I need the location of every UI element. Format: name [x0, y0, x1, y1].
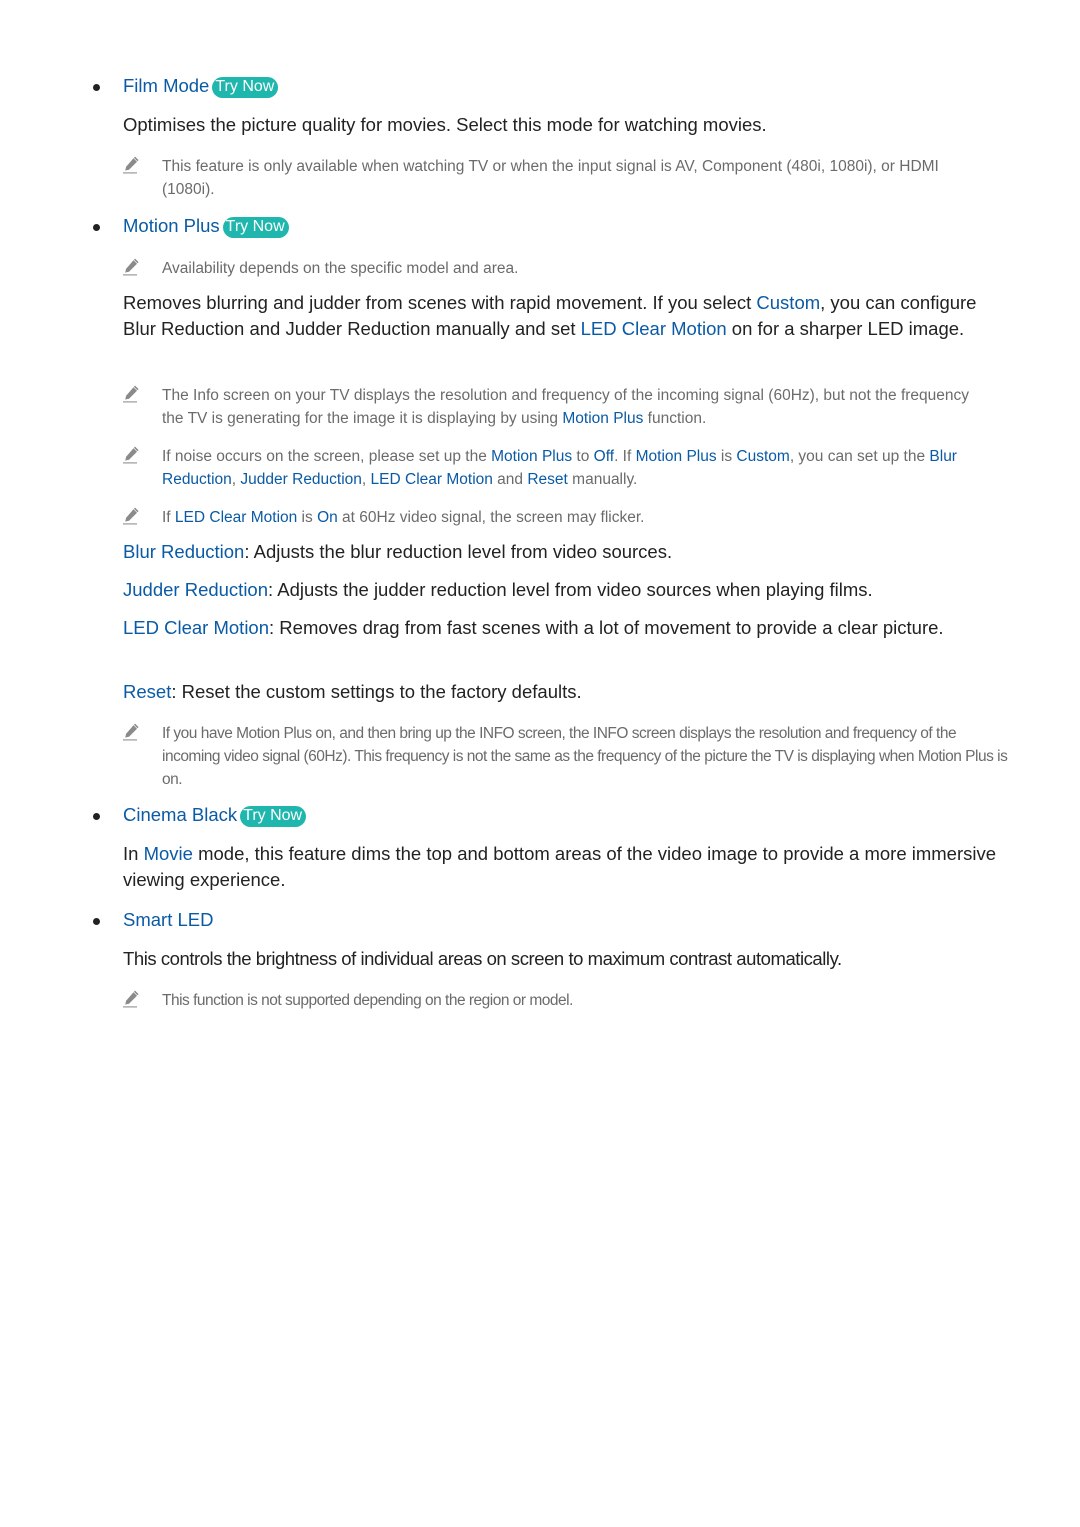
bullet: [93, 84, 100, 91]
text: Removes blurring and judder from scenes …: [123, 292, 757, 313]
note-text: This function is not supported depending…: [162, 992, 573, 1009]
motion-plus-try-now-button[interactable]: Try Now: [222, 217, 289, 238]
text: mode, this feature dims the top and bott…: [123, 843, 997, 890]
led-clear-motion-term: LED Clear Motion: [174, 509, 298, 526]
pencil-icon: [122, 507, 140, 525]
smart-led-note: This function is not supported depending…: [162, 989, 1007, 1012]
text: , you can set up the: [789, 448, 930, 465]
option-reset: Reset: Reset the custom settings to the …: [123, 679, 1008, 705]
motion-plus-title: Motion Plus: [123, 215, 220, 236]
text: and: [492, 471, 528, 488]
motion-plus-description: Removes blurring and judder from scenes …: [123, 290, 983, 341]
text: manually.: [567, 471, 638, 488]
text: If: [162, 509, 175, 526]
cinema-black-try-now-button[interactable]: Try Now: [240, 806, 307, 827]
option-desc: : Reset the custom settings to the facto…: [171, 681, 582, 702]
text: is: [297, 509, 318, 526]
pencil-icon: [122, 723, 140, 741]
off-term: Off: [593, 448, 615, 465]
note-text: This feature is only available when watc…: [162, 158, 939, 198]
film-mode-heading: Film Mode Try Now: [123, 74, 1008, 98]
motion-plus-info-screen-note: If you have Motion Plus on, and then bri…: [162, 722, 1012, 791]
film-mode-title: Film Mode: [123, 75, 210, 96]
bullet: [93, 918, 100, 925]
motion-plus-info-note: The Info screen on your TV displays the …: [162, 384, 987, 430]
text: ,: [361, 471, 371, 488]
motion-plus-term: Motion Plus: [491, 448, 573, 465]
custom-term: Custom: [756, 292, 821, 313]
option-term: Blur Reduction: [123, 541, 245, 562]
reset-term: Reset: [527, 471, 568, 488]
text: at 60Hz video signal, the screen may fli…: [337, 509, 645, 526]
motion-plus-term: Motion Plus: [562, 410, 644, 427]
judder-reduction-term: Judder Reduction: [240, 471, 362, 488]
motion-plus-availability-note: Availability depends on the specific mod…: [162, 257, 1007, 280]
text: function.: [643, 410, 707, 427]
on-term: On: [317, 509, 338, 526]
film-mode-try-now-button[interactable]: Try Now: [212, 77, 279, 98]
led-clear-motion-term: LED Clear Motion: [580, 317, 727, 339]
motion-plus-heading: Motion Plus Try Now: [123, 214, 1008, 238]
motion-plus-noise-note: If noise occurs on the screen, please se…: [162, 445, 1007, 491]
text: on for a sharper LED image.: [726, 317, 965, 339]
text: In: [123, 843, 144, 864]
text: . If: [614, 448, 636, 465]
note-text: Availability depends on the specific mod…: [162, 260, 519, 277]
motion-plus-term: Motion Plus: [635, 448, 717, 465]
option-judder-reduction: Judder Reduction: Adjusts the judder red…: [123, 577, 1008, 603]
cinema-black-description: In Movie mode, this feature dims the top…: [123, 841, 1003, 892]
option-led-clear-motion: LED Clear Motion: Removes drag from fast…: [123, 615, 973, 641]
option-term: LED Clear Motion: [123, 617, 270, 638]
led-clear-motion-term: LED Clear Motion: [370, 471, 493, 488]
pencil-icon: [122, 446, 140, 464]
text: to: [572, 448, 594, 465]
pencil-icon: [122, 258, 140, 276]
text: is: [716, 448, 737, 465]
bullet: [93, 813, 100, 820]
option-desc: : Adjusts the judder reduction level fro…: [268, 579, 873, 600]
option-desc: : Adjusts the blur reduction level from …: [244, 541, 673, 562]
bullet: [93, 224, 100, 231]
movie-term: Movie: [143, 843, 193, 864]
pencil-icon: [122, 156, 140, 174]
text: If noise occurs on the screen, please se…: [162, 448, 492, 465]
pencil-icon: [122, 385, 140, 403]
smart-led-heading: Smart LED: [123, 908, 1008, 932]
film-mode-description: Optimises the picture quality for movies…: [123, 114, 767, 135]
film-mode-note: This feature is only available when watc…: [162, 155, 962, 201]
note-text: If you have Motion Plus on, and then bri…: [162, 725, 1008, 788]
smart-led-title: Smart LED: [123, 909, 214, 930]
pencil-icon: [122, 990, 140, 1008]
motion-plus-flicker-note: If LED Clear Motion is On at 60Hz video …: [162, 506, 1007, 529]
cinema-black-title: Cinema Black: [123, 804, 238, 825]
option-term: Reset: [123, 681, 172, 702]
option-term: Judder Reduction: [123, 579, 269, 600]
custom-term: Custom: [736, 448, 790, 465]
smart-led-description: This controls the brightness of individu…: [123, 948, 842, 969]
option-desc: : Removes drag from fast scenes with a l…: [269, 617, 944, 638]
cinema-black-heading: Cinema Black Try Now: [123, 803, 1008, 827]
option-blur-reduction: Blur Reduction: Adjusts the blur reducti…: [123, 539, 1008, 565]
